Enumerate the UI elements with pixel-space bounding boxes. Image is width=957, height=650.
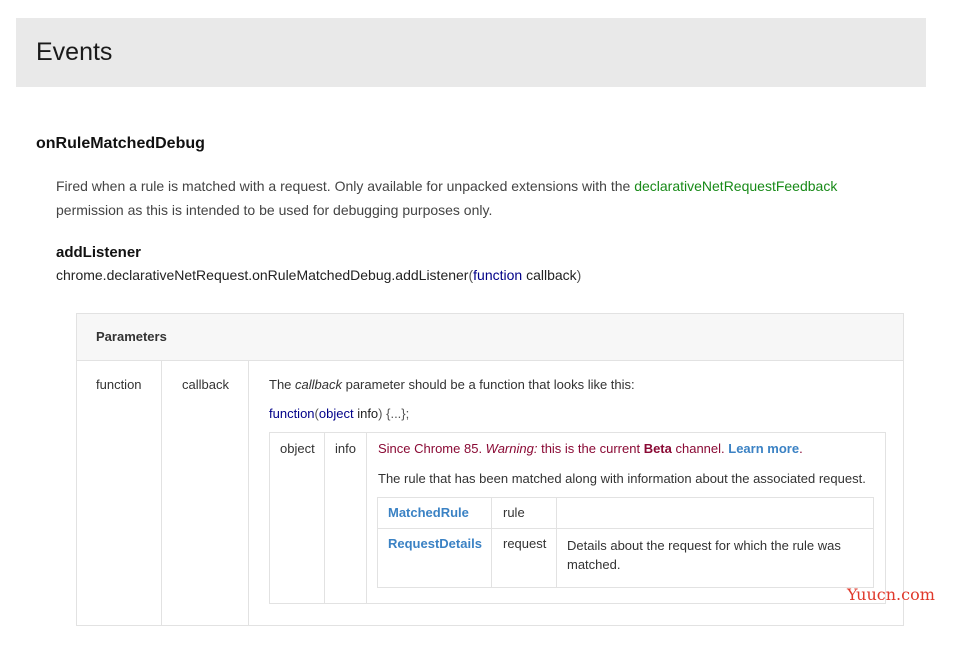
- signature-param: callback: [522, 267, 577, 283]
- column-divider: [491, 498, 492, 587]
- info-param-table: object info Since Chrome 85. Warning: th…: [269, 432, 886, 604]
- event-desc-text-1: Fired when a rule is matched with a requ…: [56, 178, 635, 194]
- callback-sig-rest: ) {...};: [378, 406, 410, 421]
- info-name: info: [335, 441, 356, 456]
- parameters-header: Parameters: [77, 314, 903, 361]
- matched-rule-type-link[interactable]: MatchedRule: [388, 504, 469, 522]
- signature-close-paren: ): [576, 267, 582, 283]
- beta-label: Beta: [643, 441, 672, 456]
- param-name: callback: [182, 377, 229, 392]
- request-details-type-link[interactable]: RequestDetails: [388, 535, 482, 553]
- add-listener-signature: chrome.declarativeNetRequest.onRuleMatch…: [56, 265, 581, 285]
- callback-intro: The callback parameter should be a funct…: [269, 376, 635, 394]
- column-divider: [324, 433, 325, 603]
- column-divider: [248, 360, 249, 625]
- request-details-name: request: [503, 536, 547, 551]
- since-chrome-notice: Since Chrome 85. Warning: this is the cu…: [378, 440, 803, 458]
- warning-label: Warning:: [485, 441, 538, 456]
- events-title: Events: [36, 38, 113, 66]
- callback-intro-suffix: parameter should be a function that look…: [341, 377, 635, 392]
- signature-prefix: chrome.declarativeNetRequest.onRuleMatch…: [56, 267, 469, 283]
- callback-signature: function(object info) {...};: [269, 405, 409, 423]
- add-listener-title: addListener: [56, 244, 142, 261]
- callback-intro-prefix: The: [269, 377, 296, 392]
- signature-function-keyword: function: [473, 267, 523, 283]
- callback-sig-function: function: [269, 406, 315, 421]
- event-name: onRuleMatchedDebug: [36, 135, 205, 152]
- info-type: object: [280, 441, 315, 456]
- feedback-permission-link[interactable]: declarativeNetRequestFeedback: [634, 178, 837, 194]
- events-section-header: Events: [16, 18, 926, 87]
- row-divider: [378, 528, 873, 529]
- matched-rule-name: rule: [503, 505, 525, 520]
- callback-sig-object: object: [318, 406, 354, 421]
- warning-text: this is the current: [537, 441, 644, 456]
- param-type: function: [96, 377, 142, 392]
- since-version: Since Chrome 85.: [378, 441, 486, 456]
- watermark: Yuucn.com: [847, 585, 935, 604]
- column-divider: [161, 360, 162, 625]
- event-desc-text-2: permission as this is intended to be use…: [56, 202, 493, 218]
- event-description: Fired when a rule is matched with a requ…: [56, 174, 886, 222]
- request-details-description: Details about the request for which the …: [567, 538, 841, 572]
- learn-more-dot: .: [799, 441, 803, 456]
- learn-more-link[interactable]: Learn more: [728, 441, 799, 456]
- info-properties-table: MatchedRule rule RequestDetails request …: [377, 497, 874, 588]
- column-divider: [556, 498, 557, 587]
- channel-text: channel.: [671, 441, 729, 456]
- column-divider: [366, 433, 367, 603]
- parameters-header-label: Parameters: [96, 329, 167, 344]
- callback-sig-param: info: [353, 406, 379, 421]
- callback-intro-em: callback: [295, 377, 342, 392]
- parameters-table: Parameters function callback The callbac…: [76, 313, 904, 626]
- info-description: The rule that has been matched along wit…: [378, 471, 866, 486]
